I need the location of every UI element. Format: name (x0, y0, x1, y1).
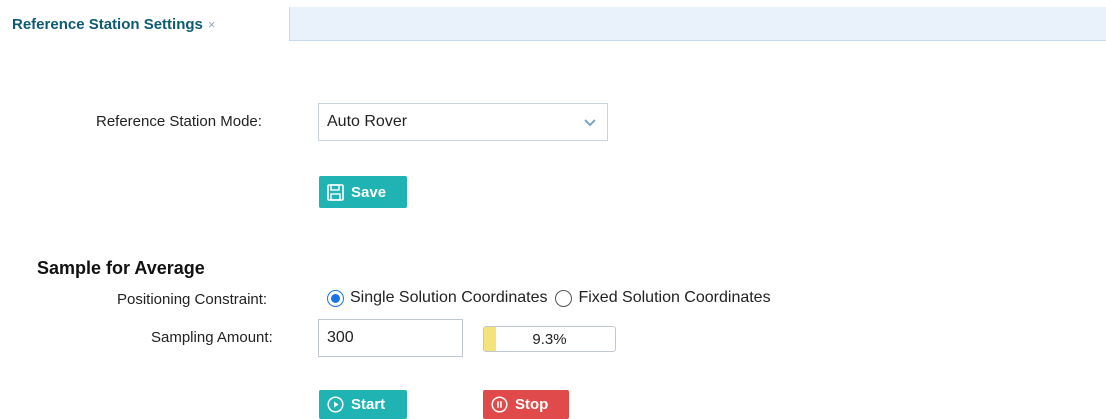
mode-selected-value: Auto Rover (327, 113, 408, 130)
constraint-radio-group: Single Solution Coordinates Fixed Soluti… (327, 289, 779, 307)
tab-reference-station-settings[interactable]: Reference Station Settings × (0, 7, 290, 41)
page: Reference Station Settings × Reference S… (0, 0, 1106, 419)
close-icon[interactable]: × (208, 17, 216, 32)
start-button-label: Start (351, 396, 386, 413)
stop-button[interactable]: Stop (483, 390, 569, 419)
save-button-label: Save (351, 183, 387, 201)
progress-text: 9.3% (532, 330, 567, 348)
radio-single-solution-circle[interactable] (327, 289, 344, 307)
radio-single-solution-label: Single Solution Coordinates (350, 289, 548, 306)
start-button[interactable]: Start (319, 390, 407, 419)
save-icon (327, 183, 344, 201)
sampling-amount-input[interactable] (318, 319, 463, 357)
mode-select[interactable]: Auto Rover (318, 103, 608, 141)
radio-fixed-solution-label: Fixed Solution Coordinates (578, 289, 771, 306)
stop-button-label: Stop (515, 396, 549, 413)
radio-single-solution[interactable]: Single Solution Coordinates (327, 289, 547, 307)
pause-circle-icon (491, 396, 508, 413)
section-title: Sample for Average (37, 258, 205, 278)
tab-label: Reference Station Settings (12, 15, 203, 33)
sampling-label: Sampling Amount: (151, 329, 273, 346)
mode-label: Reference Station Mode: (96, 113, 262, 130)
radio-fixed-solution[interactable]: Fixed Solution Coordinates (555, 289, 771, 307)
play-circle-icon (327, 396, 344, 413)
tab-strip: Reference Station Settings × (0, 7, 1106, 41)
chevron-down-icon (584, 119, 596, 127)
sampling-progress-bar: 9.3% (483, 326, 616, 352)
save-button[interactable]: Save (319, 176, 407, 208)
constraint-label: Positioning Constraint: (117, 291, 268, 308)
radio-fixed-solution-circle[interactable] (555, 289, 573, 307)
